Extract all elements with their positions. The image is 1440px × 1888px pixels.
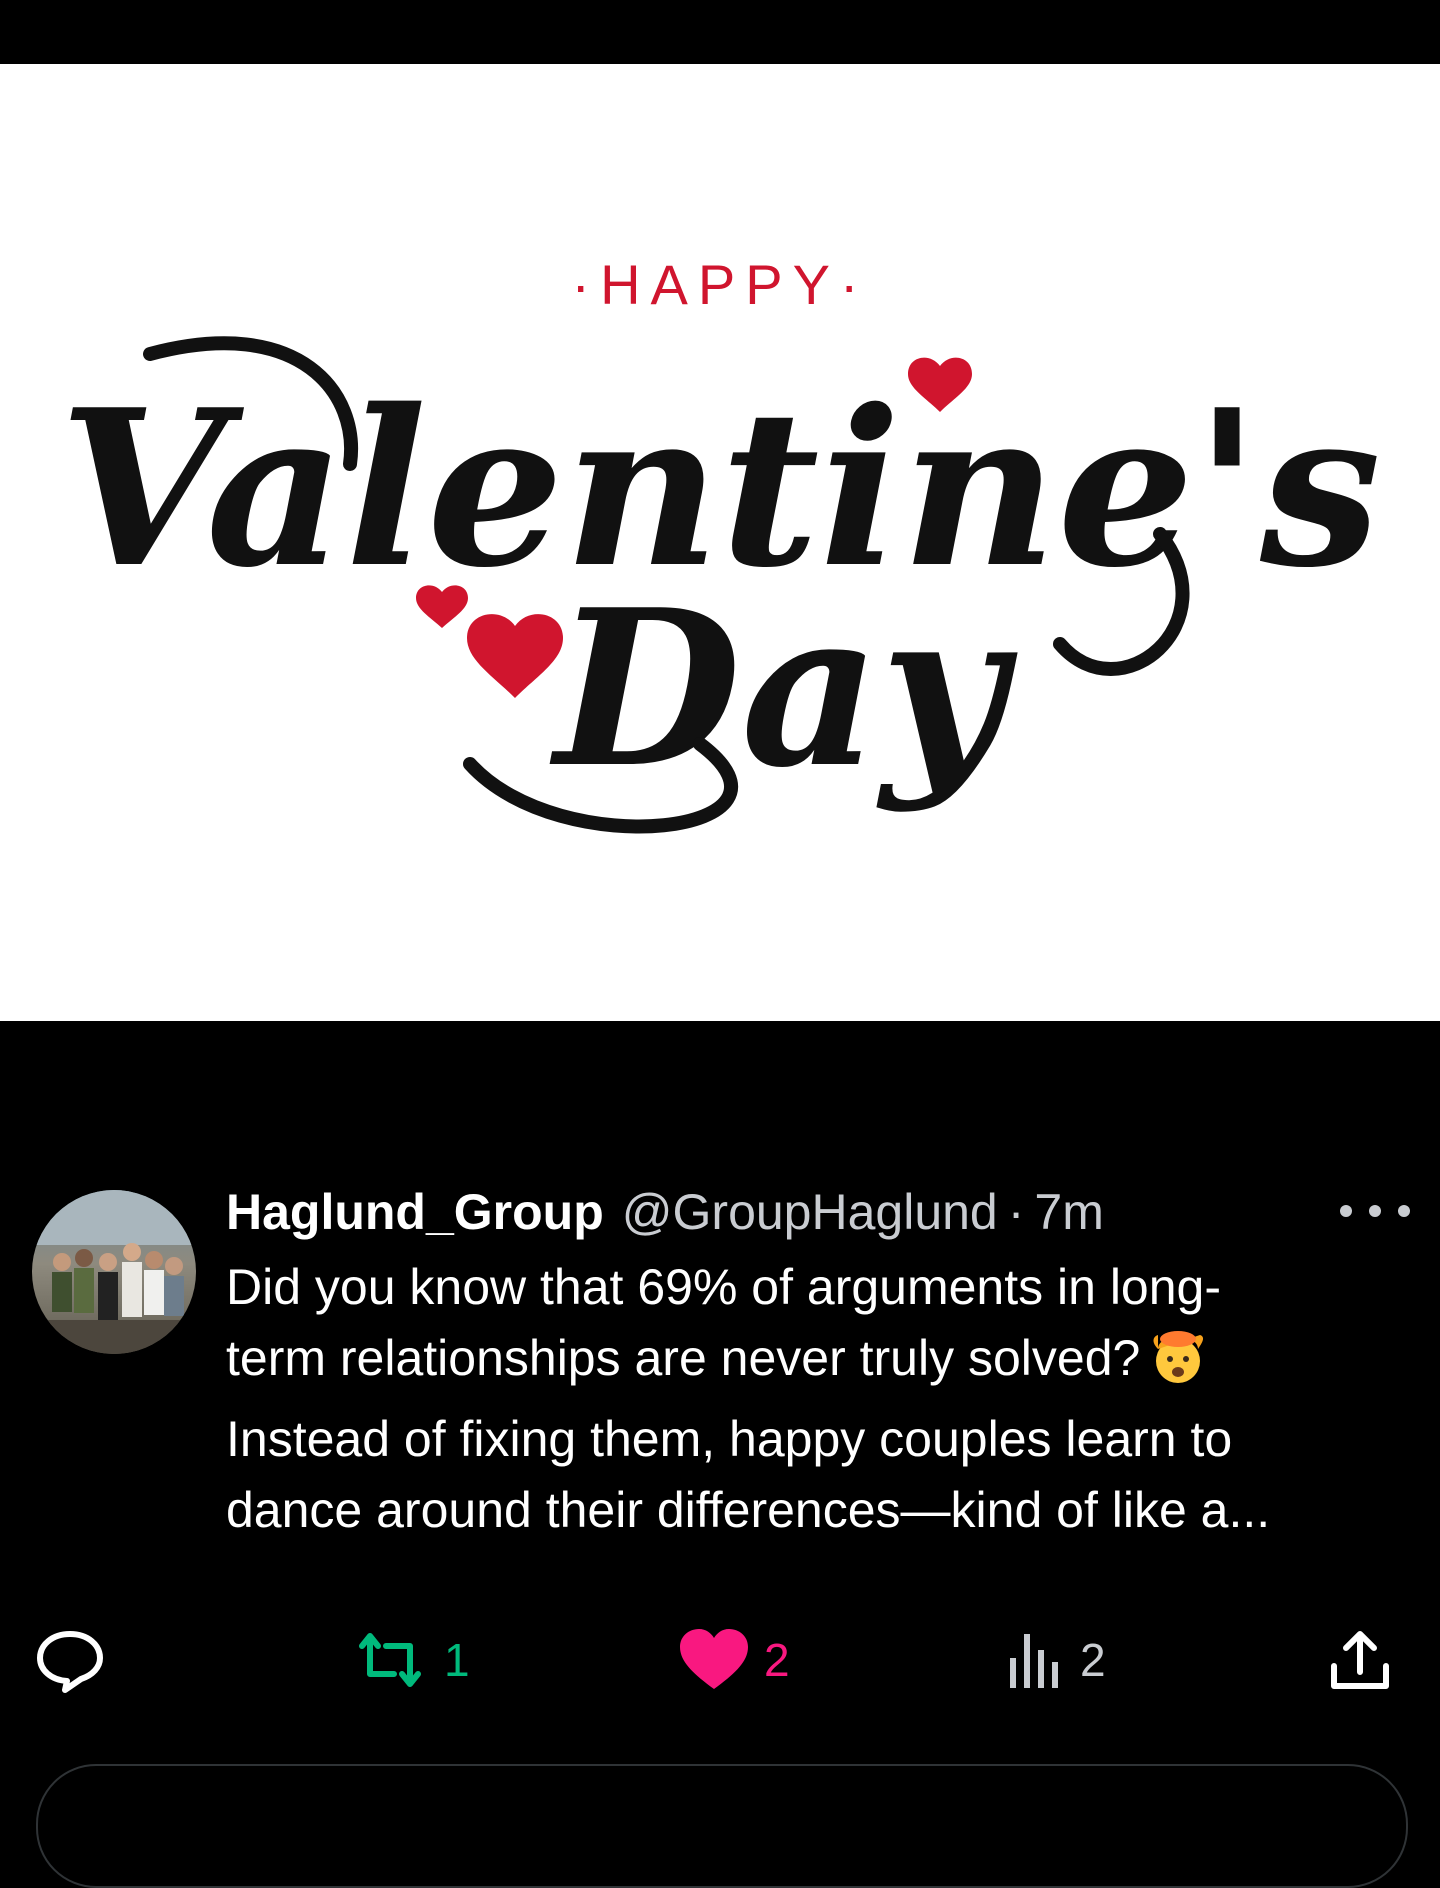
avatar[interactable] bbox=[32, 1190, 196, 1354]
like-count: 2 bbox=[764, 1634, 790, 1686]
more-dot bbox=[1369, 1205, 1381, 1217]
graphic-day-text: Day bbox=[549, 562, 1019, 815]
post-text-line: term relationships are never truly solve… bbox=[226, 1330, 1141, 1386]
display-name[interactable]: Haglund_Group bbox=[226, 1182, 604, 1242]
repost-count: 1 bbox=[444, 1634, 470, 1686]
post-text-line: dance around their differences—kind of l… bbox=[226, 1482, 1271, 1538]
post-time[interactable]: 7m bbox=[1034, 1182, 1103, 1242]
more-dot bbox=[1340, 1205, 1352, 1217]
like-button[interactable]: 2 bbox=[678, 1620, 790, 1700]
graphic-happy-text: ·HAPPY· bbox=[571, 253, 868, 316]
reply-bubble-icon bbox=[37, 1631, 103, 1693]
post-text-line: Instead of fixing them, happy couples le… bbox=[226, 1411, 1233, 1467]
heart-decoration-3 bbox=[467, 614, 563, 698]
heart-icon bbox=[680, 1629, 748, 1689]
post-header: Haglund_Group @GroupHaglund · 7m bbox=[226, 1182, 1104, 1242]
avatar-group-photo bbox=[32, 1190, 196, 1354]
reply-button[interactable] bbox=[34, 1620, 120, 1700]
views-count: 2 bbox=[1080, 1634, 1106, 1686]
more-options-icon[interactable] bbox=[1340, 1188, 1410, 1234]
valentines-day-graphic: ·HAPPY· Valentine's Day bbox=[59, 253, 1381, 834]
repost-icon bbox=[359, 1633, 421, 1687]
more-dot bbox=[1398, 1205, 1410, 1217]
post-image[interactable]: ·HAPPY· Valentine's Day bbox=[0, 64, 1440, 1021]
separator-dot: · bbox=[1007, 1184, 1025, 1240]
views-button[interactable]: 2 bbox=[1006, 1620, 1106, 1700]
next-card-edge[interactable] bbox=[36, 1764, 1408, 1888]
user-handle[interactable]: @GroupHaglund bbox=[622, 1182, 998, 1242]
post[interactable]: Haglund_Group @GroupHaglund · 7m Did you… bbox=[0, 1160, 1440, 1693]
share-upload-icon bbox=[1331, 1631, 1389, 1689]
post-text: Did you know that 69% of arguments in lo… bbox=[226, 1252, 1416, 1546]
post-text-line-with-emoji: term relationships are never truly solve… bbox=[226, 1323, 1416, 1404]
share-button[interactable] bbox=[1326, 1620, 1408, 1700]
views-bar-chart-icon bbox=[1010, 1634, 1058, 1688]
post-text-line: Did you know that 69% of arguments in lo… bbox=[226, 1259, 1221, 1315]
exploding-head-emoji-icon bbox=[1150, 1329, 1206, 1404]
post-actions: 1 2 2 bbox=[0, 1620, 1440, 1700]
status-bar bbox=[0, 0, 1440, 64]
repost-button[interactable]: 1 bbox=[350, 1620, 470, 1700]
